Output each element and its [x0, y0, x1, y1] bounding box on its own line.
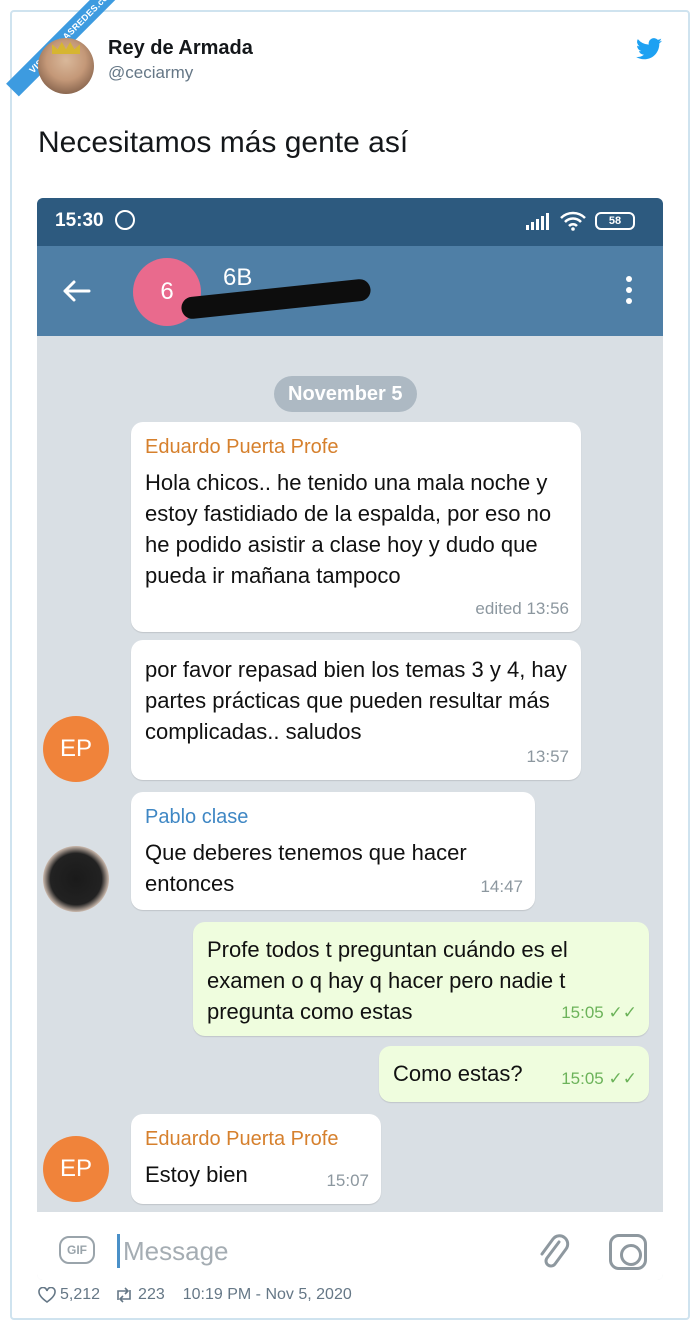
- message-text: Hola chicos.. he tenido una mala noche y…: [145, 470, 552, 588]
- attachment-clip-icon[interactable]: [535, 1232, 571, 1272]
- crown-icon: [52, 42, 80, 54]
- message-time: 14:47: [480, 877, 523, 896]
- whatsapp-icon: [115, 210, 135, 230]
- message-time: 13:57: [526, 747, 569, 766]
- author-handle[interactable]: @ceciarmy: [108, 63, 193, 83]
- text-cursor: [117, 1234, 120, 1268]
- message-sender: Eduardo Puerta Profe: [145, 1128, 339, 1150]
- like-count[interactable]: 5,212: [60, 1286, 100, 1304]
- sender-avatar[interactable]: EP: [43, 716, 109, 782]
- author-avatar[interactable]: [38, 38, 94, 94]
- message-time: 15:07: [326, 1171, 369, 1190]
- message-bubble-outgoing[interactable]: Como estas? 15:05 ✓✓: [379, 1046, 649, 1102]
- group-name[interactable]: 6B: [223, 264, 252, 292]
- tweet-text: Necesitamos más gente así: [38, 126, 409, 159]
- status-bar: 15:30 58: [37, 198, 663, 246]
- message-text: Que deberes tenemos que hacer entonces: [145, 840, 467, 896]
- blurred-avatar[interactable]: [43, 846, 109, 912]
- wifi-icon: [560, 211, 586, 231]
- message-composer: GIF: [37, 1212, 663, 1280]
- message-sender: Eduardo Puerta Profe: [145, 436, 339, 458]
- message-bubble[interactable]: Eduardo Puerta Profe Estoy bien 15:07: [131, 1114, 381, 1204]
- double-check-icon: ✓✓: [608, 1069, 638, 1088]
- tweet-footer: 5,212 223 10:19 PM - Nov 5, 2020: [38, 1284, 352, 1306]
- retweet-icon[interactable]: [114, 1287, 134, 1303]
- tweet-timestamp[interactable]: 10:19 PM - Nov 5, 2020: [183, 1286, 352, 1304]
- gif-icon[interactable]: GIF: [59, 1236, 95, 1264]
- redaction-scribble: [180, 278, 372, 320]
- signal-icon: [526, 213, 549, 230]
- author-name[interactable]: Rey de Armada: [108, 37, 253, 60]
- message-input[interactable]: [123, 1234, 503, 1268]
- more-menu-icon[interactable]: [619, 276, 639, 310]
- chat-history: November 5 Eduardo Puerta Profe Hola chi…: [37, 336, 663, 1212]
- retweet-count[interactable]: 223: [138, 1286, 165, 1304]
- message-bubble[interactable]: por favor repasad bien los temas 3 y 4, …: [131, 640, 581, 780]
- message-time-read: 15:05 ✓✓: [561, 1063, 637, 1094]
- status-time: 15:30: [55, 210, 104, 231]
- twitter-bird-icon[interactable]: [636, 38, 662, 60]
- message-sender: Pablo clase: [145, 806, 249, 828]
- message-time-read: 15:05 ✓✓: [561, 997, 637, 1028]
- double-check-icon: ✓✓: [608, 1003, 638, 1022]
- sender-avatar[interactable]: EP: [43, 1136, 109, 1202]
- heart-icon[interactable]: [38, 1287, 56, 1303]
- message-bubble-outgoing[interactable]: Profe todos t preguntan cuándo es el exa…: [193, 922, 649, 1036]
- message-time: 15:05: [561, 1003, 604, 1022]
- message-time: 15:05: [561, 1069, 604, 1088]
- message-time: edited 13:56: [475, 599, 569, 618]
- chat-header: 6 6B: [37, 246, 663, 336]
- phone-screenshot: 15:30 58 6 6B November 5 Eduardo Puerta …: [37, 198, 663, 1280]
- date-divider: November 5: [274, 376, 417, 412]
- message-text: por favor repasad bien los temas 3 y 4, …: [145, 657, 567, 744]
- camera-icon[interactable]: [609, 1234, 647, 1270]
- message-bubble[interactable]: Pablo clase Que deberes tenemos que hace…: [131, 792, 535, 910]
- battery-indicator: 58: [595, 212, 635, 230]
- message-bubble[interactable]: Eduardo Puerta Profe Hola chicos.. he te…: [131, 422, 581, 632]
- back-arrow-icon[interactable]: [59, 274, 93, 308]
